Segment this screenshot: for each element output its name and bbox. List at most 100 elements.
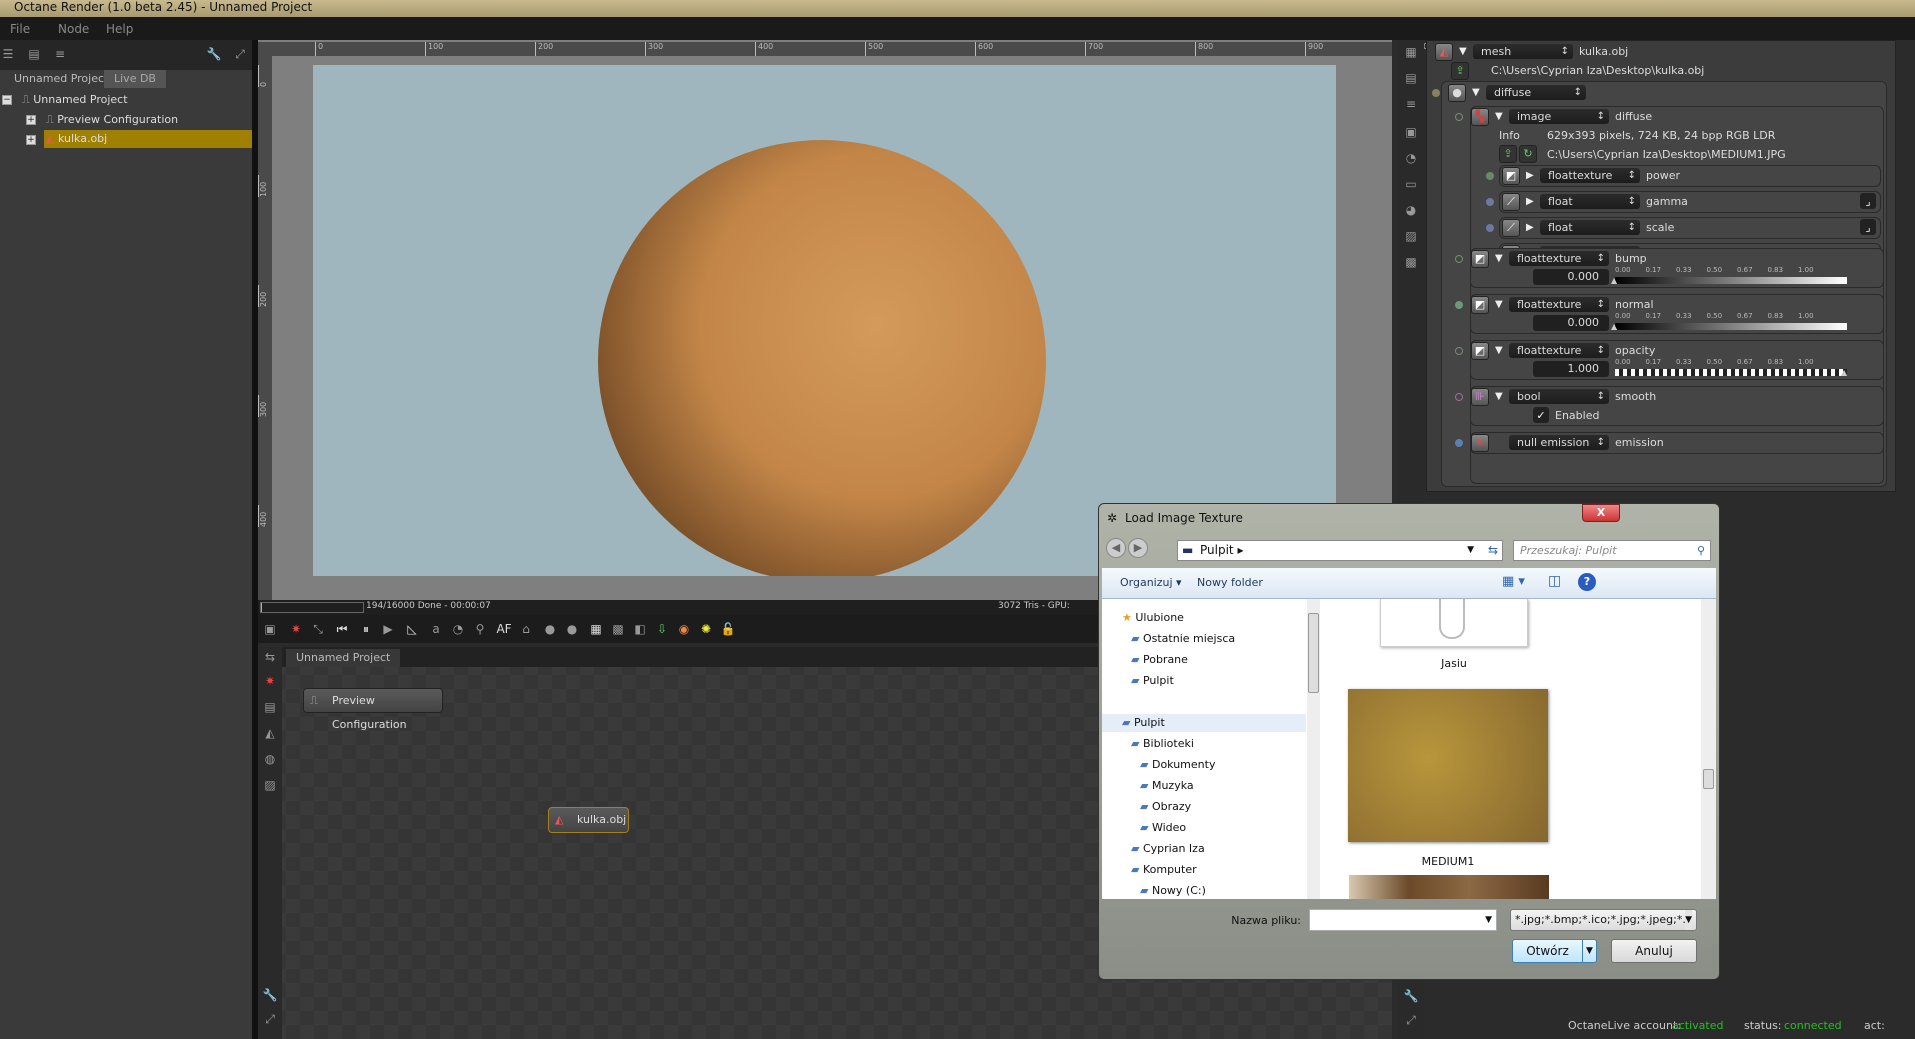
maximize-icon[interactable]: ⤢ <box>232 46 248 62</box>
save-image-icon[interactable]: ⇩ <box>654 621 670 637</box>
render-target-icon[interactable]: ▤ <box>262 699 278 715</box>
connection-pin[interactable] <box>1455 439 1463 447</box>
render-region-icon[interactable]: ▣ <box>262 621 278 637</box>
open-button[interactable]: Otwórz ▼ <box>1512 939 1597 963</box>
dialog-close-button[interactable]: X <box>1582 504 1620 522</box>
expand-toggle[interactable]: + <box>26 115 36 125</box>
material-icon[interactable]: ◍ <box>262 751 278 767</box>
address-dropdown-icon[interactable]: ▼ <box>1467 541 1474 560</box>
smooth-checkbox[interactable]: ✓ <box>1533 407 1549 423</box>
menu-file[interactable]: File <box>0 17 48 36</box>
clay2-icon[interactable]: ● <box>564 621 580 637</box>
connection-pin[interactable] <box>1455 255 1463 263</box>
connect-icon[interactable]: ⇆ <box>262 649 278 665</box>
expand-triangle[interactable]: ▼ <box>1459 44 1467 59</box>
load-file-icon[interactable]: ⇪ <box>1499 145 1517 163</box>
node-type-select[interactable]: image <box>1509 109 1609 124</box>
expand-triangle[interactable]: ▼ <box>1472 85 1480 100</box>
connection-pin[interactable] <box>1455 347 1463 355</box>
file-thumbnail-jasiu[interactable] <box>1380 599 1528 647</box>
file-thumbnail-medium1[interactable] <box>1348 689 1548 842</box>
file-label-jasiu[interactable]: Jasiu <box>1380 657 1528 670</box>
folder-tree-item[interactable]: ▰ Pobrane <box>1102 651 1306 669</box>
connection-pin[interactable] <box>1455 301 1463 309</box>
folder-tree-item[interactable]: ▰ Komputer <box>1102 861 1306 879</box>
alpha-icon[interactable]: ▩ <box>610 621 626 637</box>
curve-icon[interactable]: ⌟ <box>1860 219 1876 235</box>
menu-help[interactable]: Help <box>96 17 144 36</box>
texture-icon[interactable]: ▨ <box>262 777 278 793</box>
tab-unnamed-project[interactable]: Unnamed Project <box>4 70 119 88</box>
windows-icon[interactable]: ▤ <box>26 46 42 62</box>
collapse-icon[interactable]: ≡ <box>1403 96 1419 112</box>
node-type-select[interactable]: float <box>1540 220 1640 235</box>
wrench-icon[interactable]: 🔧 <box>1403 988 1419 1004</box>
address-bar[interactable]: ▬ Pulpit ▸ ▼ ⇆ <box>1177 540 1503 561</box>
back-button[interactable]: ◀ <box>1106 538 1126 558</box>
list-view-icon[interactable]: ☰ <box>0 46 16 62</box>
search-input[interactable]: Przeszukaj: Pulpit ⚲ <box>1513 540 1711 561</box>
file-label-medium1[interactable]: MEDIUM1 <box>1348 855 1548 868</box>
image-icon[interactable]: ▨ <box>1403 228 1419 244</box>
cancel-button[interactable]: Anuluj <box>1611 939 1697 963</box>
mesh-node-icon[interactable]: ◭ <box>262 725 278 741</box>
tab-live-db[interactable]: Live DB <box>104 70 166 88</box>
file-thumbnail-next[interactable] <box>1349 875 1549 899</box>
filename-dropdown-icon[interactable]: ▼ <box>1485 910 1492 930</box>
gradient-bar[interactable] <box>1615 369 1847 376</box>
forward-button[interactable]: ▶ <box>1128 538 1148 558</box>
load-file-icon[interactable]: ⇪ <box>1451 62 1469 80</box>
curve-icon[interactable]: ⌟ <box>1860 193 1876 209</box>
pick-focus-icon[interactable]: ✷ <box>288 621 304 637</box>
light-icon[interactable]: ✺ <box>698 621 714 637</box>
kernel-icon[interactable]: ◕ <box>1403 202 1419 218</box>
gradient-handle[interactable]: ▲ <box>1841 365 1847 380</box>
node-type-select[interactable]: diffuse <box>1486 85 1586 100</box>
node-type-select[interactable]: floattexture <box>1509 251 1609 266</box>
node-type-select[interactable]: floattexture <box>1509 343 1609 358</box>
value-field[interactable]: 0.000 <box>1533 315 1609 331</box>
play-icon[interactable]: ▶ <box>380 621 396 637</box>
folder-tree-item[interactable]: ▰ Ostatnie miejsca <box>1102 630 1306 648</box>
env-icon[interactable]: ▭ <box>1403 176 1419 192</box>
restart-icon[interactable]: ⏮ <box>334 621 350 637</box>
gradient-bar[interactable] <box>1615 323 1847 330</box>
node-type-select[interactable]: mesh <box>1473 44 1573 59</box>
pause-icon[interactable]: ⏸ <box>358 621 374 637</box>
expand-triangle[interactable]: ▶ <box>1526 194 1534 209</box>
folder-tree-item[interactable]: ▰ Muzyka <box>1102 777 1306 795</box>
gradient-bar[interactable] <box>1615 277 1847 284</box>
expand-triangle[interactable]: ▶ <box>1526 220 1534 235</box>
windows-icon[interactable]: ▤ <box>1403 70 1419 86</box>
connection-pin[interactable] <box>1432 89 1440 97</box>
reload-icon[interactable]: ↻ <box>1519 145 1537 163</box>
wrench-icon[interactable]: 🔧 <box>206 46 222 62</box>
expand-triangle[interactable]: ▼ <box>1495 389 1503 404</box>
connection-pin[interactable] <box>1455 113 1463 121</box>
af-pick-icon[interactable]: a <box>428 621 444 637</box>
connection-pin[interactable] <box>1486 224 1494 232</box>
save-render-icon[interactable]: ◉ <box>676 621 692 637</box>
ruler-icon[interactable]: ◺ <box>404 621 420 637</box>
gradient-handle[interactable]: ▲ <box>1611 319 1617 334</box>
node-kulka-obj[interactable]: ◭ kulka.obj <box>548 807 629 833</box>
camera-icon[interactable]: ◔ <box>450 621 466 637</box>
open-dropdown-icon[interactable]: ▼ <box>1582 940 1596 962</box>
files-scrollbar[interactable] <box>1701 599 1716 899</box>
collapse-toggle[interactable]: − <box>2 95 12 105</box>
film-icon[interactable]: ▣ <box>1403 124 1419 140</box>
autofocus-button[interactable]: AF <box>496 621 512 637</box>
folder-tree-item[interactable]: ▰ Biblioteki <box>1102 735 1306 753</box>
expand-triangle[interactable]: ▼ <box>1495 251 1503 266</box>
node-preview-configuration[interactable]: ⎍ Preview Configuration <box>303 688 443 731</box>
gradient-handle[interactable]: ▲ <box>1611 273 1617 288</box>
camera-icon[interactable]: ◔ <box>1403 150 1419 166</box>
clay-icon[interactable]: ● <box>542 621 558 637</box>
folder-tree-item[interactable]: ▰ Wideo <box>1102 819 1306 837</box>
help-icon[interactable]: ? <box>1578 573 1596 591</box>
folder-tree-item[interactable]: ▰ Pulpit <box>1102 672 1306 690</box>
collapse-icon[interactable]: ≡ <box>52 46 68 62</box>
connection-pin[interactable] <box>1455 393 1463 401</box>
imager-icon[interactable]: ▩ <box>1403 254 1419 270</box>
tree-item-kulka-obj[interactable]: ◭ kulka.obj <box>44 130 252 148</box>
